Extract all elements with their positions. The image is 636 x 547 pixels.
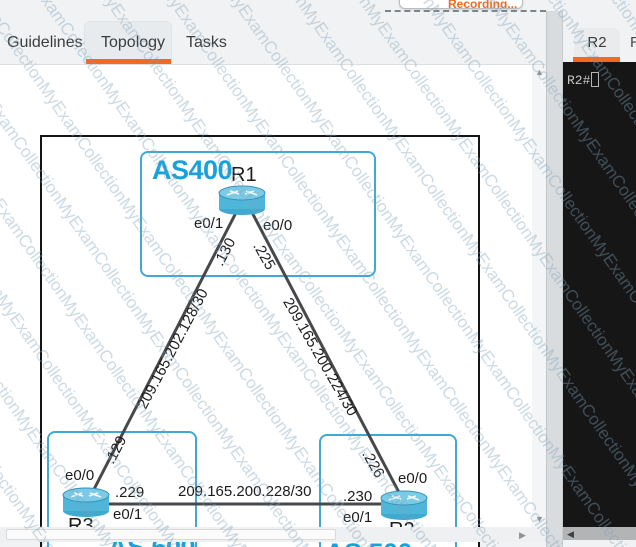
r1-e01-interface-label: e0/1 [194,215,223,232]
r2-e00-interface-label: e0/0 [398,470,427,487]
terminal-console[interactable]: R2# [563,62,636,527]
tab-tasks[interactable]: Tasks [186,34,227,52]
dashed-separator [385,10,546,12]
topology-diagram: AS400 R1 R3 AS 600 R2 AS 500 e0/1 e0/0 e… [40,135,480,547]
scroll-down-icon[interactable]: ▼ [535,514,544,524]
r3-e01-interface-label: e0/1 [113,506,142,523]
scrollbar-corner [532,527,546,542]
router-r2-icon[interactable] [380,489,428,521]
terminal-cursor [591,72,599,87]
tab-topology[interactable]: Topology [101,34,165,52]
link3-ip-230: .230 [343,488,372,505]
app-window: { "top_dialog": { "text": "Recording..."… [0,0,636,547]
r2-e01-interface-label: e0/1 [343,509,372,526]
pane-divider[interactable] [546,11,563,547]
horizontal-scrollbar-thumb[interactable] [6,529,336,540]
terminal-tab-next-partial[interactable]: R [630,34,636,51]
scroll-up-icon[interactable]: ▲ [535,67,544,77]
terminal-prompt: R2# [567,73,590,88]
topology-pane: AS400 R1 R3 AS 600 R2 AS 500 e0/1 e0/0 e… [0,65,546,527]
top-dialog-text: Recording... [448,0,517,9]
router-r3-icon[interactable] [62,486,110,518]
top-dialog: Recording... [399,0,523,9]
r1-e00-interface-label: e0/0 [263,217,292,234]
router-r1-icon[interactable] [218,184,266,216]
vertical-scrollbar[interactable] [532,65,546,527]
link3-subnet-label: 209.165.200.228/30 [178,483,311,500]
tab-guidelines[interactable]: Guidelines [7,34,83,52]
scroll-right-icon[interactable]: ▶ [519,530,526,540]
terminal-tab-r2[interactable]: R2 [574,28,620,57]
r1-label: R1 [231,164,257,187]
r3-e00-interface-label: e0/0 [65,467,94,484]
as400-label: AS400 [152,155,232,186]
terminal-scroll-left-icon[interactable]: ◀ [567,529,574,539]
link3-ip-229: .229 [115,484,144,501]
